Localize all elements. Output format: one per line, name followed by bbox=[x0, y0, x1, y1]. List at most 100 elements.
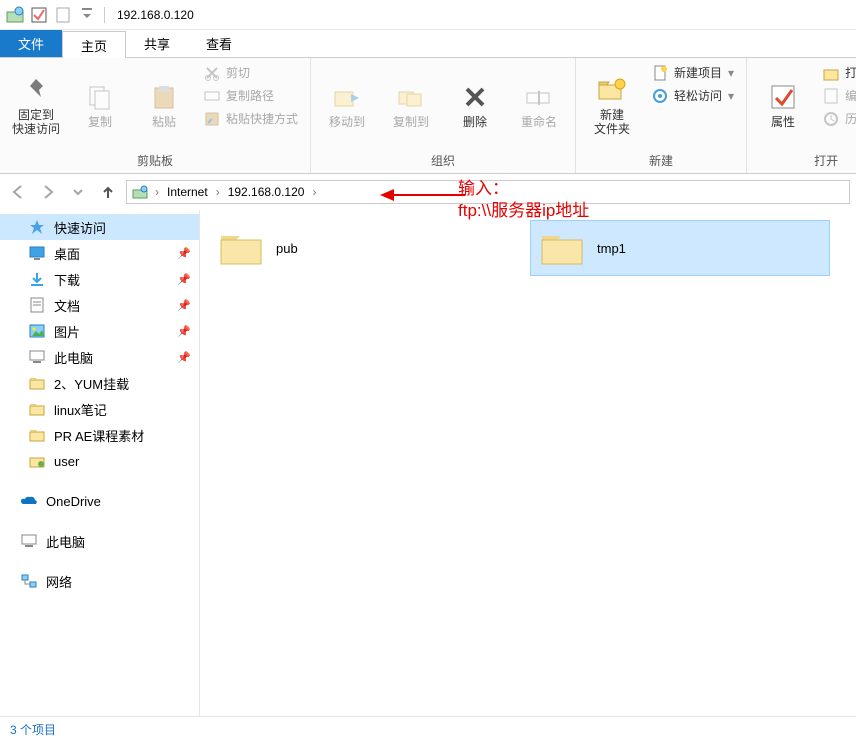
ribbon-group-organize: 移动到 复制到 删除 重命名 组织 bbox=[311, 58, 576, 173]
paste-button[interactable]: 粘贴 bbox=[132, 60, 196, 150]
breadcrumb-internet[interactable]: Internet bbox=[165, 185, 210, 199]
copy-to-button[interactable]: 复制到 bbox=[379, 60, 443, 150]
easy-access-icon bbox=[652, 88, 668, 104]
network-icon bbox=[20, 572, 38, 590]
edit-label: 编辑 bbox=[845, 87, 856, 104]
nav-this-pc[interactable]: 此电脑 bbox=[0, 528, 199, 554]
pc-icon bbox=[28, 348, 46, 366]
paste-icon bbox=[148, 81, 180, 113]
tab-share[interactable]: 共享 bbox=[126, 30, 188, 57]
nav-downloads-label: 下载 bbox=[54, 270, 80, 289]
copy-button[interactable]: 复制 bbox=[68, 60, 132, 150]
copy-path-icon bbox=[204, 88, 220, 104]
qat-checkbox-icon[interactable] bbox=[28, 4, 50, 26]
nav-desktop[interactable]: 桌面 📌 bbox=[0, 240, 199, 266]
desktop-icon bbox=[28, 244, 46, 262]
copy-path-button[interactable]: 复制路径 bbox=[200, 85, 302, 106]
open-label: 打开 bbox=[845, 64, 856, 81]
nav-pictures[interactable]: 图片 📌 bbox=[0, 318, 199, 344]
nav-this-pc-quick[interactable]: 此电脑 📌 bbox=[0, 344, 199, 370]
nav-downloads[interactable]: 下载 📌 bbox=[0, 266, 199, 292]
history-label: 历史记录 bbox=[845, 110, 856, 127]
history-button[interactable]: 历史记录 bbox=[819, 108, 856, 129]
pin-quick-access-button[interactable]: 固定到 快速访问 bbox=[4, 60, 68, 150]
new-item-icon bbox=[652, 65, 668, 81]
pin-icon: 📌 bbox=[177, 247, 191, 260]
file-list[interactable]: pub tmp1 bbox=[200, 210, 856, 716]
pin-icon: 📌 bbox=[177, 273, 191, 286]
open-button[interactable]: 打开 ▾ bbox=[819, 62, 856, 83]
paste-shortcut-label: 粘贴快捷方式 bbox=[226, 110, 298, 127]
pin-icon: 📌 bbox=[177, 351, 191, 364]
edit-icon bbox=[823, 88, 839, 104]
properties-icon bbox=[767, 81, 799, 113]
nav-prae[interactable]: PR AE课程素材 bbox=[0, 422, 199, 448]
tab-view[interactable]: 查看 bbox=[188, 30, 250, 57]
new-folder-button[interactable]: 新建 文件夹 bbox=[580, 60, 644, 150]
pc-icon bbox=[20, 532, 38, 550]
folder-tmp1[interactable]: tmp1 bbox=[530, 220, 830, 276]
tab-file[interactable]: 文件 bbox=[0, 30, 62, 57]
nav-onedrive-label: OneDrive bbox=[46, 494, 101, 509]
ribbon-group-open: 属性 打开 ▾ 编辑 历史记录 打开 bbox=[747, 58, 856, 173]
nav-prae-label: PR AE课程素材 bbox=[54, 426, 144, 445]
qat-doc-icon[interactable] bbox=[52, 4, 74, 26]
address-bar[interactable]: › Internet › 192.168.0.120 › bbox=[126, 180, 850, 204]
delete-icon bbox=[459, 81, 491, 113]
up-button[interactable] bbox=[96, 180, 120, 204]
properties-label: 属性 bbox=[771, 115, 795, 129]
nav-user-label: user bbox=[54, 454, 79, 469]
properties-button[interactable]: 属性 bbox=[751, 60, 815, 150]
new-item-label: 新建项目 bbox=[674, 64, 722, 81]
pin-icon: 📌 bbox=[177, 325, 191, 338]
forward-button[interactable] bbox=[36, 180, 60, 204]
paste-shortcut-button[interactable]: 粘贴快捷方式 bbox=[200, 108, 302, 129]
chevron-down-icon: ▾ bbox=[728, 89, 734, 103]
recent-button[interactable] bbox=[66, 180, 90, 204]
easy-access-label: 轻松访问 bbox=[674, 87, 722, 104]
status-bar: 3 个项目 bbox=[0, 716, 856, 742]
new-item-button[interactable]: 新建项目 ▾ bbox=[648, 62, 738, 83]
breadcrumb-ip[interactable]: 192.168.0.120 bbox=[226, 185, 307, 199]
rename-icon bbox=[523, 81, 555, 113]
pin-label: 固定到 快速访问 bbox=[12, 108, 60, 136]
nav-quick-access[interactable]: 快速访问 bbox=[0, 214, 199, 240]
edit-button[interactable]: 编辑 bbox=[819, 85, 856, 106]
tab-home[interactable]: 主页 bbox=[62, 31, 126, 58]
cut-button[interactable]: 剪切 bbox=[200, 62, 302, 83]
app-icon bbox=[4, 4, 26, 26]
move-to-icon bbox=[331, 81, 363, 113]
folder-icon bbox=[28, 426, 46, 444]
chevron-right-icon[interactable]: › bbox=[212, 185, 224, 199]
new-folder-icon bbox=[596, 74, 628, 106]
nav-network[interactable]: 网络 bbox=[0, 568, 199, 594]
qat-dropdown-icon[interactable] bbox=[76, 4, 98, 26]
nav-user[interactable]: user bbox=[0, 448, 199, 474]
nav-documents[interactable]: 文档 📌 bbox=[0, 292, 199, 318]
nav-desktop-label: 桌面 bbox=[54, 244, 80, 263]
open-icon bbox=[823, 65, 839, 81]
ribbon-group-clipboard: 固定到 快速访问 复制 粘贴 剪切 bbox=[0, 58, 311, 173]
easy-access-button[interactable]: 轻松访问 ▾ bbox=[648, 85, 738, 106]
window-title: 192.168.0.120 bbox=[117, 8, 194, 22]
copy-label: 复制 bbox=[88, 115, 112, 129]
rename-button[interactable]: 重命名 bbox=[507, 60, 571, 150]
copy-to-label: 复制到 bbox=[393, 115, 429, 129]
chevron-right-icon[interactable]: › bbox=[308, 185, 320, 199]
nav-pane[interactable]: 快速访问 桌面 📌 下载 📌 文档 📌 图片 📌 此电脑 📌 bbox=[0, 210, 200, 716]
nav-onedrive[interactable]: OneDrive bbox=[0, 488, 199, 514]
network-location-icon bbox=[131, 183, 149, 201]
chevron-right-icon[interactable]: › bbox=[151, 185, 163, 199]
move-to-button[interactable]: 移动到 bbox=[315, 60, 379, 150]
folder-pub[interactable]: pub bbox=[210, 220, 510, 276]
status-item-count: 3 个项目 bbox=[10, 721, 56, 738]
group-organize-label: 组织 bbox=[315, 150, 571, 171]
copy-to-icon bbox=[395, 81, 427, 113]
delete-button[interactable]: 删除 bbox=[443, 60, 507, 150]
group-open-label: 打开 bbox=[751, 150, 856, 171]
nav-yum[interactable]: 2、YUM挂载 bbox=[0, 370, 199, 396]
back-button[interactable] bbox=[6, 180, 30, 204]
nav-pictures-label: 图片 bbox=[54, 322, 80, 341]
nav-linux[interactable]: linux笔记 bbox=[0, 396, 199, 422]
folder-tmp1-label: tmp1 bbox=[597, 241, 626, 256]
